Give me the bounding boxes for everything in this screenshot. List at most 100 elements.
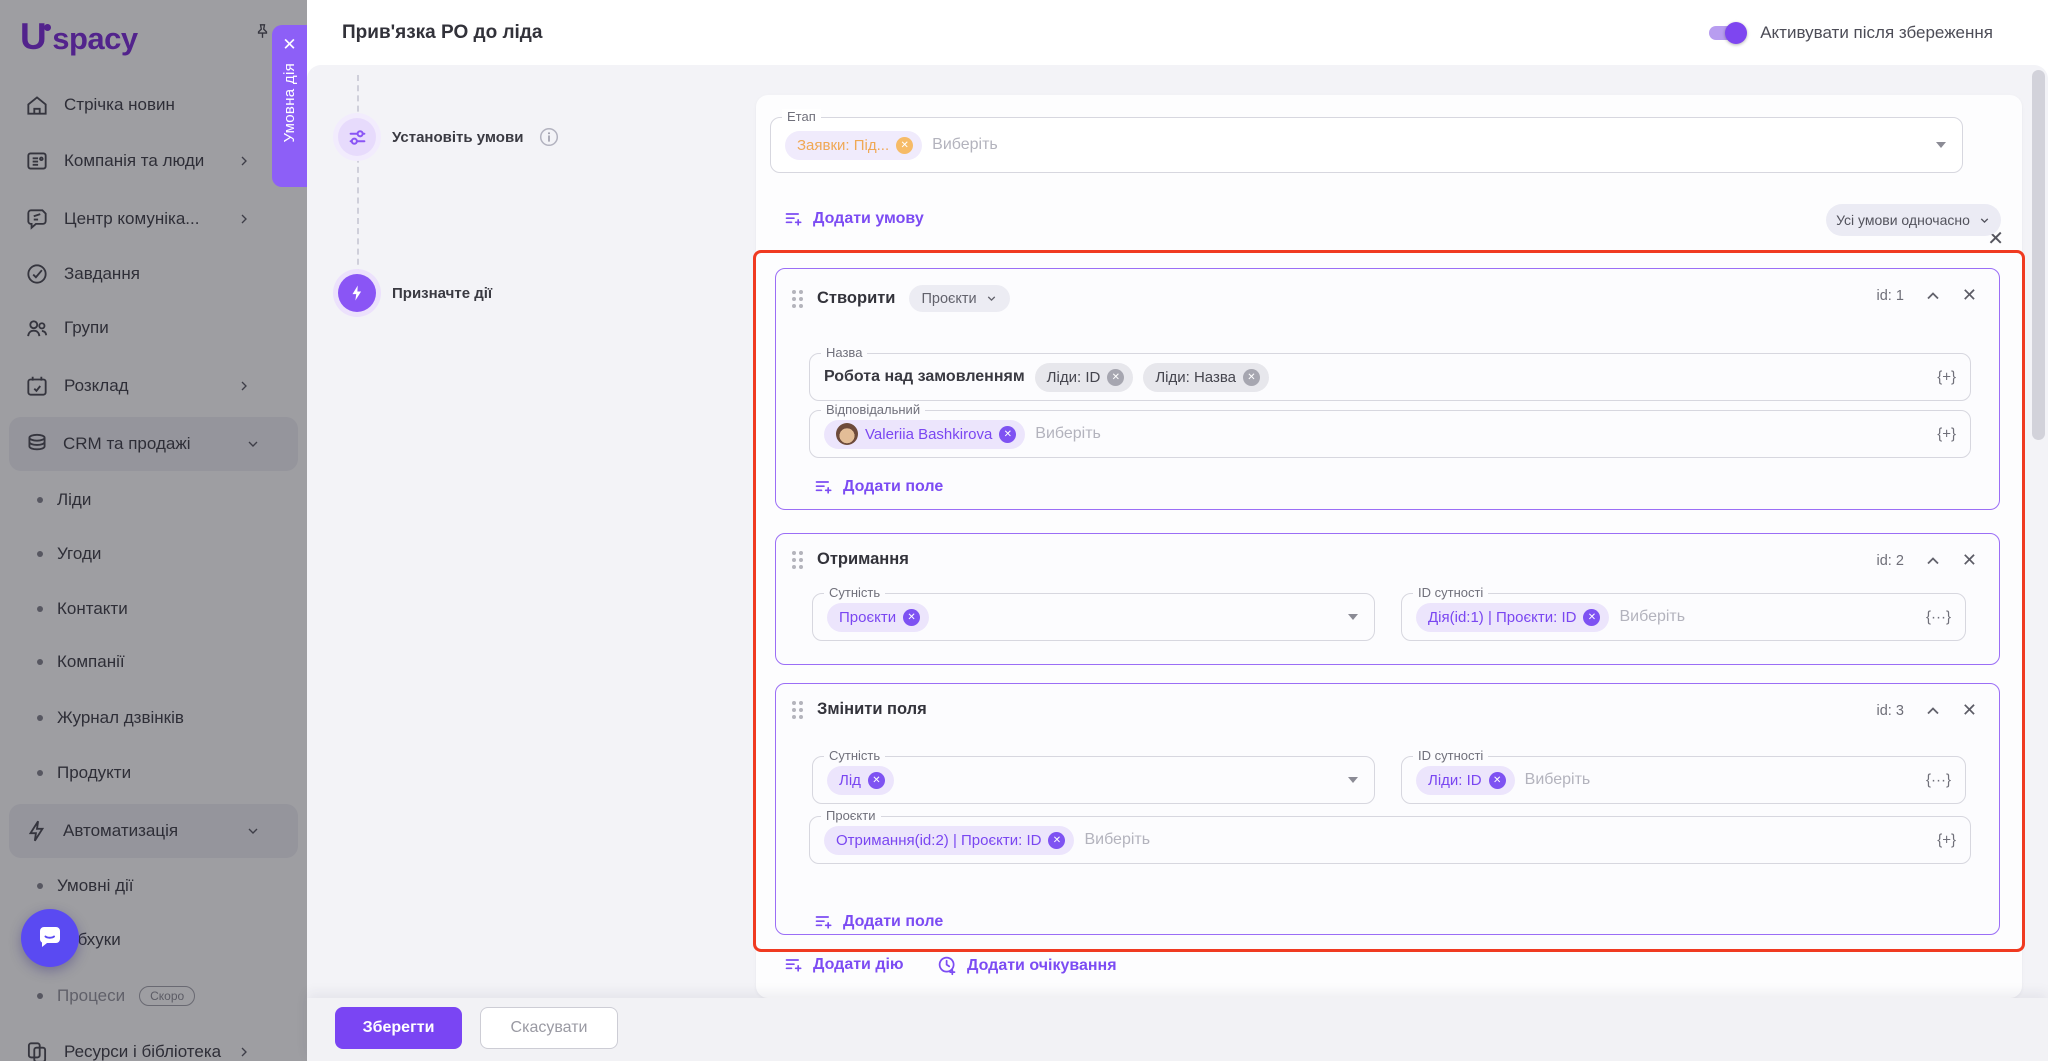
step-actions: Призначте дії bbox=[338, 274, 492, 312]
tab-label: Умовна дія bbox=[281, 63, 298, 142]
entity-field[interactable]: Сутність Лід bbox=[812, 756, 1375, 804]
remove-chip-icon[interactable] bbox=[868, 772, 885, 789]
page-title: Прив'язка РО до ліда bbox=[342, 0, 542, 65]
remove-chip-icon[interactable] bbox=[1048, 832, 1065, 849]
conditional-action-tab[interactable]: Умовна дія bbox=[272, 25, 307, 187]
add-action-link[interactable]: Додати дію bbox=[784, 955, 904, 975]
entity-id-field[interactable]: ID сутності Дія(id:1) | Проєкти: ID Вибе… bbox=[1401, 593, 1966, 641]
insert-variable-button[interactable]: {+} bbox=[1937, 426, 1956, 443]
cancel-button[interactable]: Скасувати bbox=[480, 1007, 618, 1049]
drag-handle-icon[interactable] bbox=[792, 701, 803, 719]
conditions-mode-select[interactable]: Усі умови одночасно bbox=[1826, 204, 2001, 236]
collapse-icon[interactable] bbox=[1923, 286, 1943, 306]
drag-handle-icon[interactable] bbox=[792, 290, 803, 308]
field-label: Відповідальний bbox=[821, 402, 925, 417]
projects-field[interactable]: Проєкти Отримання(id:2) | Проєкти: ID Ви… bbox=[809, 816, 1971, 864]
entity-field[interactable]: Сутність Проєкти bbox=[812, 593, 1375, 641]
add-field-link[interactable]: Додати поле bbox=[814, 912, 943, 932]
entity-id-field[interactable]: ID сутності Ліди: ID Виберіть {···} bbox=[1401, 756, 1966, 804]
field-label: Етап bbox=[782, 109, 821, 124]
add-wait-link[interactable]: Додати очікування bbox=[937, 955, 1117, 976]
action-card-get: Отримання id: 2 Сутність Проєкти ID сутн… bbox=[775, 533, 2000, 665]
insert-variable-button[interactable]: {···} bbox=[1926, 609, 1951, 626]
drag-handle-icon[interactable] bbox=[792, 551, 803, 569]
save-button[interactable]: Зберегти bbox=[335, 1007, 462, 1049]
sliders-step-icon bbox=[338, 118, 376, 156]
remove-chip-icon[interactable] bbox=[896, 137, 913, 154]
app-screen: Uspacy Стрічка новин Компанія та люди Це… bbox=[0, 0, 2048, 1061]
collapse-icon[interactable] bbox=[1923, 701, 1943, 721]
list-plus-icon bbox=[814, 912, 834, 932]
field-label: Сутність bbox=[824, 748, 885, 763]
dropdown-caret-icon[interactable] bbox=[1936, 142, 1946, 148]
chevron-down-icon bbox=[985, 292, 998, 305]
remove-chip-icon[interactable] bbox=[1107, 369, 1124, 386]
remove-action-icon[interactable] bbox=[1962, 285, 1977, 306]
entity-chip[interactable]: Проєкти bbox=[827, 603, 929, 632]
action-id-label: id: 1 bbox=[1876, 288, 1903, 304]
field-label: ID сутності bbox=[1413, 585, 1488, 600]
toggle-knob bbox=[1725, 22, 1747, 44]
stage-chip[interactable]: Заявки: Під... bbox=[785, 131, 922, 160]
activate-after-save-toggle[interactable] bbox=[1709, 26, 1745, 40]
field-placeholder: Виберіть bbox=[1525, 771, 1591, 789]
step-conditions: Установіть умови bbox=[338, 118, 559, 156]
field-label: Назва bbox=[821, 345, 867, 360]
insert-variable-button[interactable]: {+} bbox=[1937, 832, 1956, 849]
field-label: Сутність bbox=[824, 585, 885, 600]
user-chip[interactable]: Valeriia Bashkirova bbox=[824, 420, 1025, 449]
variable-chip[interactable]: Ліди: ID bbox=[1035, 363, 1134, 392]
lightning-step-icon bbox=[338, 274, 376, 312]
responsible-field[interactable]: Відповідальний Valeriia Bashkirova Вибер… bbox=[809, 410, 1971, 458]
stage-condition-field[interactable]: Етап Заявки: Під... Виберіть bbox=[770, 117, 1963, 173]
chevron-down-icon bbox=[1978, 214, 1991, 227]
add-field-link[interactable]: Додати поле bbox=[814, 477, 943, 497]
field-placeholder: Виберіть bbox=[1035, 425, 1101, 443]
reference-chip[interactable]: Отримання(id:2) | Проєкти: ID bbox=[824, 826, 1074, 855]
remove-chip-icon[interactable] bbox=[1583, 609, 1600, 626]
add-condition-link[interactable]: Додати умову bbox=[784, 209, 924, 229]
step-label: Установіть умови bbox=[392, 129, 523, 146]
field-label: Проєкти bbox=[821, 808, 881, 823]
action-id-label: id: 2 bbox=[1876, 553, 1903, 569]
action-title: Створити bbox=[817, 289, 895, 308]
toggle-label: Активувати після збереження bbox=[1760, 23, 1993, 43]
dropdown-caret-icon[interactable] bbox=[1348, 614, 1358, 620]
action-card-edit-fields: Змінити поля id: 3 Сутність Лід ID сутно… bbox=[775, 683, 2000, 935]
reference-chip[interactable]: Дія(id:1) | Проєкти: ID bbox=[1416, 603, 1609, 632]
field-placeholder: Виберіть bbox=[1619, 608, 1685, 626]
remove-chip-icon[interactable] bbox=[1489, 772, 1506, 789]
remove-chip-icon[interactable] bbox=[999, 426, 1016, 443]
step-label: Призначте дії bbox=[392, 285, 492, 302]
panel-header: Прив'язка РО до ліда Активувати після зб… bbox=[307, 0, 2048, 65]
entity-chip[interactable]: Лід bbox=[827, 766, 894, 795]
info-icon[interactable] bbox=[539, 127, 559, 147]
chat-bubble-icon bbox=[35, 923, 65, 953]
panel-footer: Зберегти Скасувати bbox=[307, 998, 2048, 1061]
entity-type-select[interactable]: Проєкти bbox=[909, 285, 1009, 312]
remove-chip-icon[interactable] bbox=[1243, 369, 1260, 386]
modal-dim-overlay bbox=[0, 0, 307, 1061]
reference-chip[interactable]: Ліди: ID bbox=[1416, 766, 1515, 795]
remove-action-icon[interactable] bbox=[1962, 700, 1977, 721]
close-panel-icon[interactable] bbox=[282, 36, 296, 53]
sidebar: Uspacy Стрічка новин Компанія та люди Це… bbox=[0, 0, 307, 1061]
conditional-action-panel: Прив'язка РО до ліда Активувати після зб… bbox=[307, 0, 2048, 1061]
step-connector-line bbox=[357, 75, 359, 275]
dropdown-caret-icon[interactable] bbox=[1348, 777, 1358, 783]
remove-action-icon[interactable] bbox=[1962, 550, 1977, 571]
support-chat-button[interactable] bbox=[21, 909, 79, 967]
action-id-label: id: 3 bbox=[1876, 703, 1903, 719]
clock-plus-icon bbox=[937, 955, 958, 976]
list-plus-icon bbox=[784, 209, 804, 229]
field-text: Робота над замовленням bbox=[824, 368, 1025, 386]
insert-variable-button[interactable]: {···} bbox=[1926, 772, 1951, 789]
variable-chip[interactable]: Ліди: Назва bbox=[1143, 363, 1269, 392]
remove-chip-icon[interactable] bbox=[903, 609, 920, 626]
vertical-scrollbar[interactable] bbox=[2032, 70, 2045, 440]
collapse-icon[interactable] bbox=[1923, 551, 1943, 571]
insert-variable-button[interactable]: {+} bbox=[1937, 369, 1956, 386]
list-plus-icon bbox=[784, 955, 804, 975]
name-field[interactable]: Назва Робота над замовленням Ліди: ID Лі… bbox=[809, 353, 1971, 401]
automation-sheet: Етап Заявки: Під... Виберіть Додати умов… bbox=[756, 95, 2022, 998]
